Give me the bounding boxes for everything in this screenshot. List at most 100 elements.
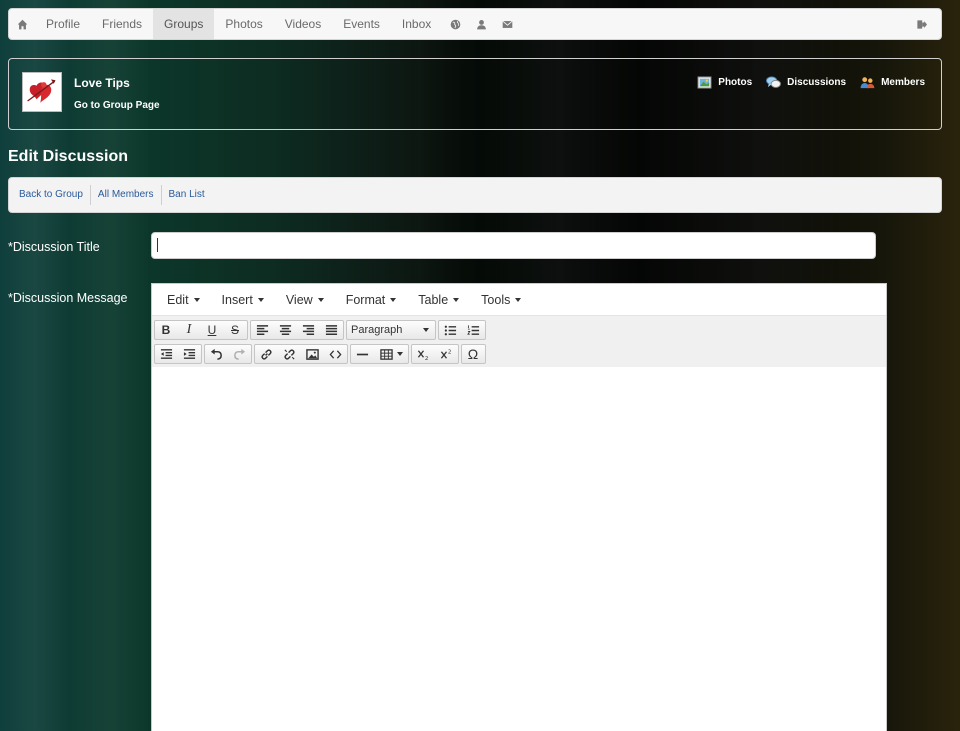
cupid-logo-icon xyxy=(27,79,56,103)
group-links: Photos Discussions Members xyxy=(697,76,925,89)
nav-events[interactable]: Events xyxy=(332,9,391,39)
insert-group xyxy=(254,344,348,364)
discussion-message-label: *Discussion Message xyxy=(8,291,128,305)
all-members-link[interactable]: All Members xyxy=(91,185,162,205)
nav-photos[interactable]: Photos xyxy=(214,9,273,39)
chevron-down-icon xyxy=(317,297,324,302)
group-discussions-link[interactable]: Discussions xyxy=(766,76,846,89)
discussions-link-label: Discussions xyxy=(787,77,847,88)
nav-profile[interactable]: Profile xyxy=(35,9,91,39)
indent-button[interactable] xyxy=(178,345,201,363)
menu-format[interactable]: Format xyxy=(335,293,408,307)
editor-content-area[interactable] xyxy=(152,367,886,731)
svg-text:2: 2 xyxy=(424,356,428,361)
undo-button[interactable] xyxy=(205,345,228,363)
back-to-group-link[interactable]: Back to Group xyxy=(12,185,91,205)
group-name[interactable]: Love Tips xyxy=(74,76,130,90)
group-members-link[interactable]: Members xyxy=(860,76,925,89)
insert-image-button[interactable] xyxy=(301,345,324,363)
photos-link-label: Photos xyxy=(718,77,753,88)
align-right-button[interactable] xyxy=(297,321,320,339)
chevron-down-icon xyxy=(396,352,403,356)
image-icon xyxy=(305,348,319,360)
toolbar-row-2: 2 2 Ω xyxy=(154,342,884,366)
align-justify-icon xyxy=(325,324,337,335)
members-link-label: Members xyxy=(881,77,925,88)
discussion-title-input[interactable] xyxy=(151,232,876,259)
outdent-button[interactable] xyxy=(155,345,178,363)
strikethrough-button[interactable]: S xyxy=(224,321,247,339)
user-icon[interactable] xyxy=(468,9,494,39)
redo-icon xyxy=(233,348,245,360)
bullet-list-button[interactable] xyxy=(439,321,462,339)
menu-insert[interactable]: Insert xyxy=(211,293,275,307)
superscript-icon: 2 xyxy=(440,349,451,359)
horizontal-rule-button[interactable] xyxy=(351,345,374,363)
menu-tools-label: Tools xyxy=(481,292,511,307)
insert-table-button[interactable] xyxy=(374,345,408,363)
ban-list-link[interactable]: Ban List xyxy=(162,185,212,205)
photos-icon xyxy=(697,76,712,89)
align-justify-button[interactable] xyxy=(320,321,343,339)
menu-format-label: Format xyxy=(345,292,386,307)
editor-menubar: Edit Insert View Format Table Tools xyxy=(152,284,886,316)
remove-link-button[interactable] xyxy=(278,345,301,363)
svg-text:2: 2 xyxy=(447,349,451,355)
menu-view[interactable]: View xyxy=(275,293,335,307)
chevron-down-icon xyxy=(193,297,200,302)
nav-groups[interactable]: Groups xyxy=(153,9,215,39)
members-icon xyxy=(860,77,875,89)
bold-button[interactable]: B xyxy=(155,321,178,339)
format-select-group: Paragraph xyxy=(346,320,436,340)
redo-button[interactable] xyxy=(228,345,251,363)
discussion-title-label: *Discussion Title xyxy=(8,240,100,254)
page-title: Edit Discussion xyxy=(8,148,129,165)
align-left-button[interactable] xyxy=(251,321,274,339)
superscript-button[interactable]: 2 xyxy=(435,345,458,363)
menu-tools[interactable]: Tools xyxy=(470,293,532,307)
special-character-button[interactable]: Ω xyxy=(462,345,485,363)
group-avatar[interactable] xyxy=(22,72,62,112)
align-center-icon xyxy=(279,324,291,335)
go-to-group-page-link[interactable]: Go to Group Page xyxy=(74,100,160,111)
paragraph-format-select[interactable]: Paragraph xyxy=(347,321,435,339)
group-subnav: Back to Group All Members Ban List xyxy=(8,177,942,213)
indent-group xyxy=(154,344,202,364)
chevron-down-icon xyxy=(390,297,397,302)
top-navigation-bar: Profile Friends Groups Photos Videos Eve… xyxy=(8,8,942,40)
numbered-list-button[interactable] xyxy=(462,321,485,339)
nav-friends[interactable]: Friends xyxy=(91,9,153,39)
globe-icon[interactable] xyxy=(442,9,468,39)
format-select-value: Paragraph xyxy=(351,324,403,336)
nav-inbox[interactable]: Inbox xyxy=(391,9,442,39)
bullet-list-icon xyxy=(444,325,456,335)
home-icon[interactable] xyxy=(9,9,35,39)
envelope-icon[interactable] xyxy=(494,9,520,39)
chevron-down-icon xyxy=(453,297,460,302)
menu-edit-label: Edit xyxy=(167,292,189,307)
insert-link-button[interactable] xyxy=(255,345,278,363)
italic-button[interactable]: I xyxy=(178,321,201,339)
chevron-down-icon xyxy=(515,297,522,302)
numbered-list-icon xyxy=(466,324,479,335)
special-char-group: Ω xyxy=(461,344,486,364)
menu-table[interactable]: Table xyxy=(407,293,470,307)
align-center-button[interactable] xyxy=(274,321,297,339)
list-group xyxy=(438,320,486,340)
nav-videos[interactable]: Videos xyxy=(274,9,332,39)
group-photos-link[interactable]: Photos xyxy=(697,76,752,89)
subscript-icon: 2 xyxy=(417,349,428,361)
alignment-group xyxy=(250,320,344,340)
undo-icon xyxy=(210,348,222,360)
menu-table-label: Table xyxy=(418,292,449,307)
align-left-icon xyxy=(256,324,268,335)
menu-insert-label: Insert xyxy=(221,292,253,307)
menu-edit[interactable]: Edit xyxy=(156,293,211,307)
editor-toolbar: B I U S Paragraph 2 2 Ω xyxy=(152,316,886,368)
sign-out-icon[interactable] xyxy=(901,9,941,39)
subscript-button[interactable]: 2 xyxy=(412,345,435,363)
source-code-button[interactable] xyxy=(324,345,347,363)
text-style-group: B I U S xyxy=(154,320,248,340)
underline-button[interactable]: U xyxy=(201,321,224,339)
